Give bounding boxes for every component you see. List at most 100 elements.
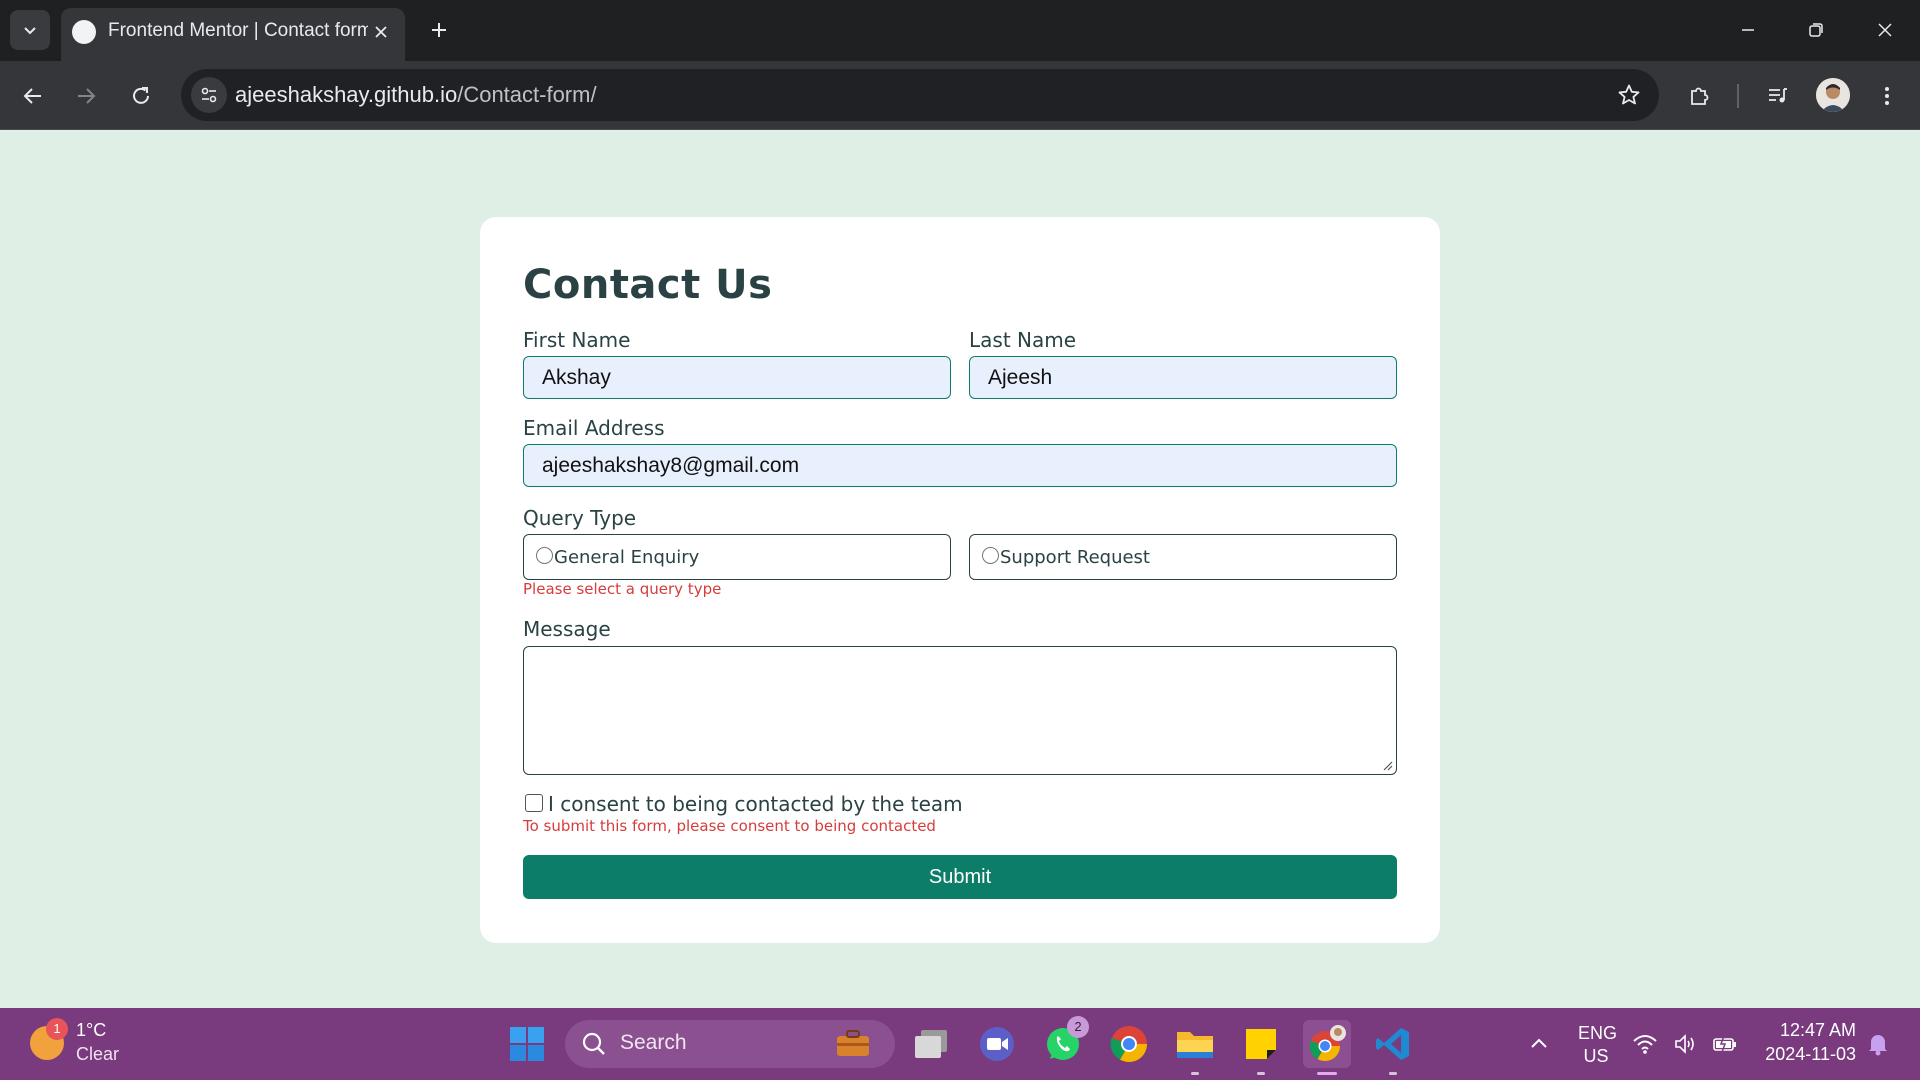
browser-tab-active[interactable]: Frontend Mentor | Contact form (61, 8, 405, 61)
whatsapp-badge: 2 (1067, 1016, 1089, 1038)
sticky-notes-app[interactable] (1237, 1020, 1285, 1075)
chrome-app[interactable] (1105, 1020, 1153, 1068)
notifications-button[interactable] (1858, 1020, 1898, 1068)
radio-label-support-request: Support Request (1000, 546, 1150, 568)
active-indicator (1317, 1072, 1337, 1075)
message-textarea[interactable] (523, 646, 1397, 775)
url-text[interactable]: ajeeshakshay.github.io/Contact-form/ (235, 82, 597, 108)
language-code: ENG (1578, 1023, 1618, 1043)
form-title: Contact Us (523, 262, 773, 308)
reload-button[interactable] (122, 77, 160, 115)
weather-temperature: 1°C (76, 1020, 107, 1040)
restore-button[interactable] (1793, 8, 1839, 52)
weather-condition: Clear (76, 1044, 120, 1064)
back-button[interactable] (14, 77, 52, 115)
close-icon (375, 26, 387, 38)
message-label: Message (523, 617, 611, 641)
running-indicator (1389, 1072, 1397, 1075)
contact-form-card: Contact Us First Name Akshay Last Name A… (480, 217, 1440, 943)
resize-handle-icon[interactable] (1381, 759, 1393, 771)
show-hidden-icons-button[interactable] (1515, 1020, 1563, 1068)
favicon-icon (72, 20, 96, 44)
query-type-label: Query Type (523, 506, 637, 530)
briefcase-icon (837, 1030, 869, 1056)
more-vert-icon (1885, 87, 1889, 105)
first-name-input[interactable]: Akshay (523, 356, 951, 399)
whatsapp-app[interactable]: 2 (1039, 1016, 1089, 1068)
media-control-button[interactable] (1759, 77, 1797, 115)
task-view-icon (915, 1030, 947, 1058)
tab-search-button[interactable] (10, 10, 50, 50)
query-option-general[interactable]: General Enquiry (523, 534, 951, 580)
chevron-up-icon (1531, 1038, 1547, 1048)
browser-toolbar: ajeeshakshay.github.io/Contact-form/ (0, 61, 1920, 130)
extensions-button[interactable] (1680, 77, 1718, 115)
zoom-icon (980, 1027, 1014, 1061)
site-info-button[interactable] (191, 77, 227, 113)
battery-status[interactable] (1708, 1020, 1742, 1068)
bell-icon (1869, 1035, 1887, 1056)
forward-button[interactable] (67, 77, 105, 115)
start-button[interactable] (503, 1020, 551, 1068)
clock-date: 2024-11-03 (1765, 1044, 1856, 1064)
arrow-left-icon (23, 88, 41, 104)
query-option-support[interactable]: Support Request (969, 534, 1397, 580)
arrow-right-icon (78, 88, 96, 104)
star-icon (1618, 84, 1640, 105)
task-view-button[interactable] (907, 1020, 955, 1068)
radio-support-request[interactable] (982, 546, 999, 564)
speaker-icon (1675, 1034, 1694, 1054)
email-input[interactable]: ajeeshakshay8@gmail.com (523, 444, 1397, 487)
chrome-icon (1110, 1026, 1147, 1063)
tab-close-button[interactable] (367, 18, 395, 46)
wifi-icon (1633, 1035, 1657, 1054)
tab-title: Frontend Mentor | Contact form (108, 20, 368, 41)
email-label: Email Address (523, 416, 665, 440)
windows-logo-icon (510, 1027, 544, 1061)
region-code: US (1583, 1046, 1609, 1066)
first-name-label: First Name (523, 328, 631, 352)
consent-label[interactable]: I consent to being contacted by the team (548, 792, 963, 816)
query-type-error: Please select a query type (523, 580, 722, 598)
search-icon (582, 1032, 605, 1055)
weather-badge: 1 (46, 1018, 68, 1040)
zoom-app[interactable] (973, 1020, 1021, 1068)
bookmark-button[interactable] (1613, 79, 1645, 111)
chevron-down-icon (24, 27, 36, 35)
consent-error: To submit this form, please consent to b… (523, 817, 936, 835)
profile-avatar[interactable] (1816, 78, 1850, 112)
volume-status[interactable] (1668, 1020, 1702, 1068)
radio-general-enquiry[interactable] (536, 546, 553, 564)
minimize-icon (1742, 29, 1754, 31)
menu-button[interactable] (1868, 77, 1906, 115)
taskbar-search[interactable]: Search (565, 1020, 895, 1068)
reload-icon (133, 87, 149, 104)
close-window-button[interactable] (1862, 8, 1908, 52)
clock-time: 12:47 AM (1779, 1020, 1856, 1040)
windows-taskbar: 1 1°C Clear Search 2 ENG US 12:47 AM 202… (0, 1008, 1920, 1080)
url-path: /Contact-form/ (457, 82, 597, 107)
file-explorer-app[interactable] (1171, 1020, 1219, 1075)
battery-charging-icon (1713, 1035, 1736, 1053)
plus-icon (432, 23, 446, 37)
last-name-label: Last Name (969, 328, 1077, 352)
close-icon (1878, 23, 1892, 37)
vscode-app[interactable] (1369, 1020, 1417, 1075)
submit-button[interactable]: Submit (523, 855, 1397, 899)
consent-checkbox[interactable] (525, 794, 543, 812)
browser-tab-bar: Frontend Mentor | Contact form (0, 0, 1920, 61)
minimize-button[interactable] (1725, 8, 1771, 52)
chrome-icon (1309, 1025, 1346, 1062)
puzzle-icon (1691, 87, 1709, 105)
search-placeholder: Search (620, 1031, 687, 1054)
last-name-input[interactable]: Ajeesh (969, 356, 1397, 399)
address-bar[interactable]: ajeeshakshay.github.io/Contact-form/ (181, 69, 1659, 121)
queue-music-icon (1769, 88, 1787, 103)
radio-label-general-enquiry: General Enquiry (554, 546, 700, 568)
new-tab-button[interactable] (421, 12, 457, 48)
folder-icon (1177, 1032, 1213, 1058)
chrome-profile-app[interactable] (1303, 1020, 1351, 1075)
wifi-status[interactable] (1628, 1020, 1662, 1068)
vscode-icon (1376, 1028, 1409, 1060)
avatar-icon (1816, 78, 1850, 112)
